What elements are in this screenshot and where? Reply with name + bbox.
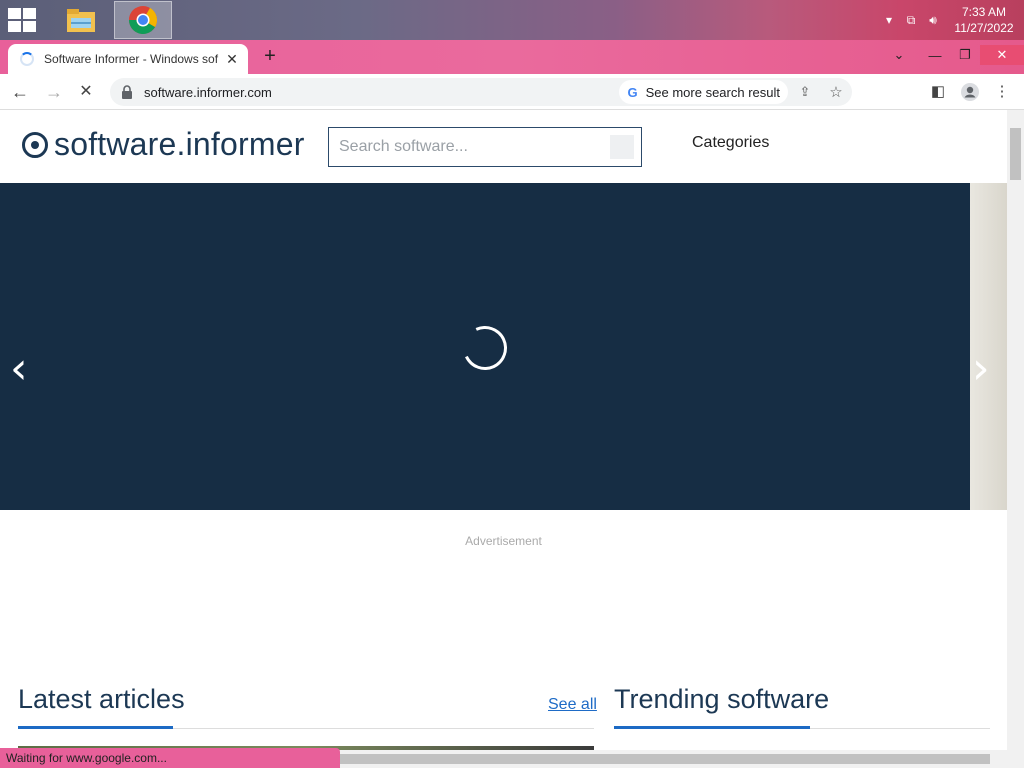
address-bar[interactable]: software.informer.com G See more search …: [110, 78, 852, 106]
tab-search-icon[interactable]: ⌄: [884, 47, 914, 63]
network-icon[interactable]: ⧉: [900, 13, 922, 28]
search-box: [328, 127, 642, 167]
close-window-button[interactable]: ✕: [980, 45, 1024, 65]
web-page: software.informer Categories ‹ › Adverti…: [0, 110, 1007, 750]
windows-start-button[interactable]: [8, 8, 38, 32]
loading-spinner-icon: [20, 52, 34, 66]
site-header: software.informer Categories: [0, 110, 1007, 182]
browser-toolbar: ← → ✕ software.informer.com G See more s…: [0, 74, 1024, 110]
tab-close-icon[interactable]: ✕: [224, 51, 240, 68]
tab-title: Software Informer - Windows sof: [44, 52, 219, 66]
side-panel-icon[interactable]: ◧: [926, 80, 950, 104]
suggestion-label: See more search result: [645, 84, 780, 100]
clock[interactable]: 7:33 AM 11/27/2022: [944, 4, 1024, 36]
minimize-button[interactable]: —: [920, 48, 950, 63]
search-input[interactable]: [339, 138, 610, 156]
restore-button[interactable]: ❐: [950, 47, 980, 63]
advertisement-label: Advertisement: [465, 534, 542, 548]
chrome-menu-icon[interactable]: ⋮: [990, 80, 1014, 104]
stop-loading-button[interactable]: ✕: [74, 80, 98, 104]
forward-button[interactable]: →: [42, 80, 66, 104]
latest-articles-heading: Latest articles: [18, 684, 185, 714]
see-all-link[interactable]: See all: [548, 696, 597, 714]
chrome-taskbar-icon[interactable]: [114, 1, 172, 39]
system-tray: ▾ ⧉ 🔊︎ 7:33 AM 11/27/2022: [878, 0, 1024, 40]
file-explorer-taskbar-icon[interactable]: [52, 1, 110, 39]
site-logo[interactable]: software.informer: [22, 126, 305, 163]
clock-time: 7:33 AM: [961, 5, 1007, 19]
logo-mark-icon: [22, 131, 48, 158]
lock-icon[interactable]: [120, 85, 134, 99]
trending-software-heading: Trending software: [614, 684, 830, 714]
google-g-icon: G: [627, 84, 638, 100]
profile-avatar-icon[interactable]: [958, 80, 982, 104]
search-button[interactable]: [610, 135, 634, 159]
chrome-tab-strip: Software Informer - Windows sof ✕: [0, 40, 1024, 74]
categories-link[interactable]: Categories: [692, 134, 769, 152]
tray-expand-icon[interactable]: ▾: [878, 13, 900, 27]
new-tab-button[interactable]: +: [258, 44, 282, 68]
volume-icon[interactable]: 🔊︎: [922, 13, 944, 28]
url-text: software.informer.com: [144, 84, 272, 100]
windows-taskbar: ▾ ⧉ 🔊︎ 7:33 AM 11/27/2022: [0, 0, 1024, 40]
vertical-scrollbar-thumb[interactable]: [1010, 128, 1021, 180]
bookmark-star-icon[interactable]: ☆: [820, 83, 852, 101]
logo-text: software.informer: [54, 126, 305, 162]
trending-underline: [614, 726, 810, 729]
carousel-next-arrow-icon[interactable]: ›: [972, 343, 990, 394]
back-button[interactable]: ←: [8, 80, 32, 104]
clock-date: 11/27/2022: [954, 21, 1014, 35]
window-controls: ⌄ — ❐ ✕: [884, 40, 1024, 70]
next-slide-preview: ›: [970, 183, 1007, 510]
hero-carousel: ‹: [0, 183, 970, 510]
horizontal-scrollbar-thumb[interactable]: [340, 754, 990, 764]
vertical-scrollbar[interactable]: [1007, 110, 1024, 750]
carousel-loading-spinner-icon: [456, 319, 514, 377]
tab-software-informer[interactable]: Software Informer - Windows sof ✕: [8, 44, 248, 74]
status-bubble: Waiting for www.google.com...: [0, 748, 340, 768]
share-icon[interactable]: ⇪: [790, 84, 820, 100]
search-suggestion-chip[interactable]: G See more search result: [619, 80, 788, 104]
carousel-prev-arrow-icon[interactable]: ‹: [10, 343, 28, 394]
latest-articles-underline: [18, 726, 173, 729]
